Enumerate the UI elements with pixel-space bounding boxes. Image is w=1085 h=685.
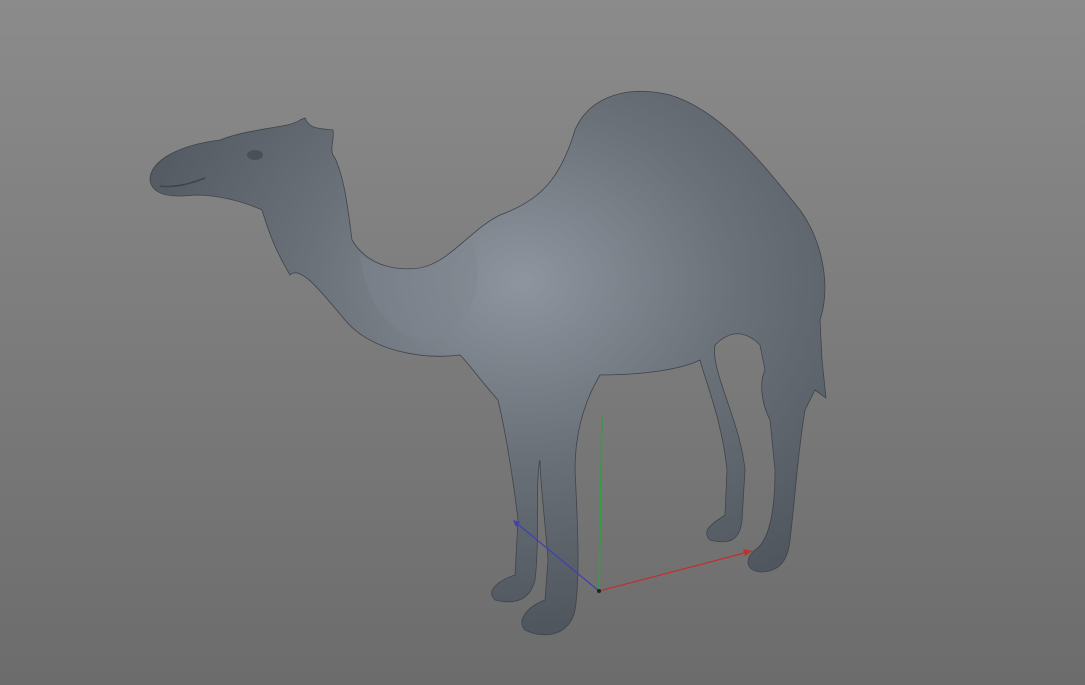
camel-body[interactable] xyxy=(149,90,827,636)
viewport-canvas[interactable] xyxy=(0,0,1085,685)
pivot-point xyxy=(597,589,601,593)
3d-viewport[interactable] xyxy=(0,0,1085,685)
camel-eye xyxy=(247,150,263,160)
axis-y-line xyxy=(598,416,603,592)
camel-model[interactable] xyxy=(149,90,827,636)
axis-x-line xyxy=(598,550,753,592)
